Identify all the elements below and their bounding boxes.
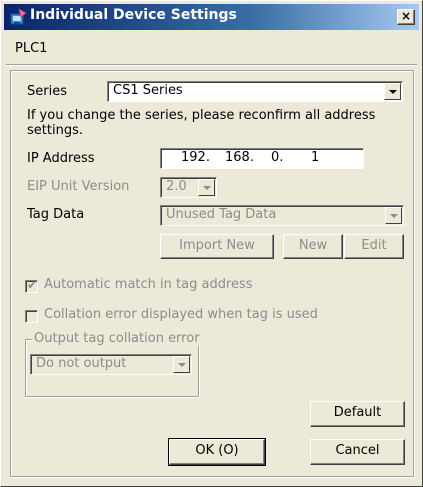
collation-error-label: Collation error displayed when tag is us…: [44, 307, 318, 322]
auto-match-checkbox[interactable]: ✔: [25, 278, 38, 293]
ip-octet-3: 0.: [271, 150, 284, 165]
ip-address-field[interactable]: 192. 168. 0. 1: [160, 148, 364, 169]
default-button[interactable]: Default: [310, 401, 405, 427]
auto-match-label: Automatic match in tag address: [44, 277, 253, 292]
eip-label: EIP Unit Version: [27, 179, 130, 194]
device-name: PLC1: [15, 41, 48, 56]
output-collation-group: Output tag collation error Do not output: [25, 331, 202, 397]
app-icon: [10, 8, 27, 25]
eip-version-value: 2.0: [166, 179, 187, 194]
chevron-down-icon[interactable]: [198, 179, 215, 196]
series-combo[interactable]: CS1 Series: [107, 81, 403, 102]
close-button[interactable]: ×: [397, 9, 415, 25]
chevron-down-icon[interactable]: [384, 83, 401, 100]
ok-button[interactable]: OK (O): [168, 438, 266, 466]
check-icon: ✔: [27, 278, 38, 292]
tag-data-value: Unused Tag Data: [166, 207, 277, 222]
chevron-down-icon[interactable]: [173, 356, 190, 373]
output-collation-title: Output tag collation error: [32, 331, 202, 346]
ip-octet-1: 192.: [181, 150, 210, 165]
edit-button[interactable]: Edit: [344, 234, 404, 259]
dialog-window: Individual Device Settings × PLC1 Series…: [0, 0, 423, 487]
window-title: Individual Device Settings: [30, 7, 237, 23]
import-new-button[interactable]: Import New: [160, 234, 274, 259]
series-label: Series: [27, 84, 67, 99]
cancel-button[interactable]: Cancel: [310, 439, 405, 465]
chevron-down-icon[interactable]: [385, 207, 402, 224]
ip-label: IP Address: [27, 151, 95, 166]
new-button[interactable]: New: [283, 234, 343, 259]
collation-error-checkbox[interactable]: [25, 310, 38, 323]
series-value: CS1 Series: [113, 83, 183, 98]
ip-octet-4: 1: [311, 150, 320, 165]
close-icon: ×: [400, 9, 412, 23]
separator-highlight: [6, 65, 417, 66]
settings-group: Series CS1 Series If you change the seri…: [10, 70, 414, 477]
tag-data-label: Tag Data: [27, 207, 85, 222]
output-collation-combo[interactable]: Do not output: [30, 354, 192, 375]
title-bar[interactable]: Individual Device Settings ×: [4, 4, 419, 30]
eip-version-combo[interactable]: 2.0: [160, 177, 217, 198]
series-note: If you change the series, please reconfi…: [27, 108, 376, 138]
output-collation-value: Do not output: [36, 356, 127, 371]
tag-data-combo[interactable]: Unused Tag Data: [160, 205, 404, 226]
ip-octet-2: 168.: [225, 150, 254, 165]
